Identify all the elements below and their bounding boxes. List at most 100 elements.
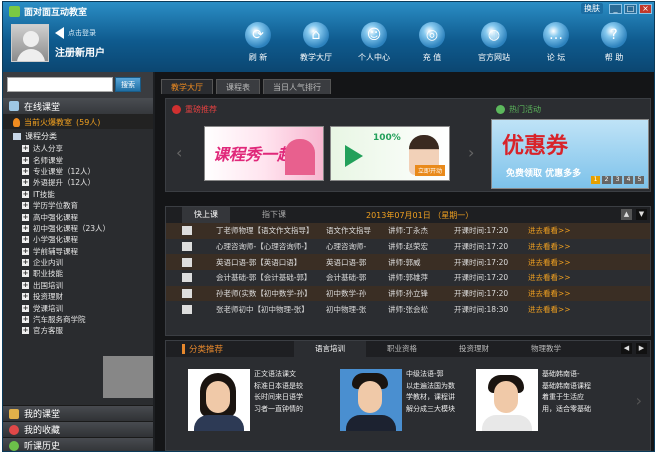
schedule-row[interactable]: 张老师初中【初中物理-张】 初中物理-张 讲师:张会松 开课时间:18:30 进去看看>… [166,301,650,317]
category-tree-item[interactable]: + 初中强化课程（23人） [3,223,153,234]
category-tree-item[interactable]: + 官方客服 [3,325,153,336]
schedule-enter-link[interactable]: 进去看看>> [528,272,571,283]
expand-plus-icon[interactable]: + [22,259,29,267]
category-tree-item[interactable]: + 学历学位教育 [3,200,153,211]
schedule-row[interactable]: 心理咨询师-【心理咨询师-】 心理咨询师- 讲师:赵荣宏 开课时间:17:20 进去看看… [166,239,650,255]
promo-page[interactable]: 4 [624,176,633,184]
hot-classroom-item[interactable]: 当前火爆教室 (59人) [3,115,153,129]
category-tree-item[interactable]: + 汽车服务商学院 [3,314,153,325]
schedule-row[interactable]: 丁老师物理【语文作文指导】 语文作文指导 讲师:丁永杰 开课时间:17:20 进去看看>… [166,223,650,239]
category-tree-item[interactable]: + 专业课堂（12人） [3,166,153,177]
category-tree-item[interactable]: + 学前辅导课程 [3,246,153,257]
recommend-banner[interactable]: 课程秀一起 [204,126,324,181]
sidebar-history[interactable]: 听课历史 [3,437,153,451]
search-button[interactable]: 搜索 [115,77,141,92]
category-tree-item[interactable]: + IT技能 [3,189,153,200]
recommend-banner[interactable]: 100% 立即开动 [330,126,450,181]
expand-plus-icon[interactable]: + [22,316,29,324]
sidebar-my-classroom[interactable]: 我的课堂 [3,405,153,421]
nav-teaching-hall[interactable]: ⌂ 教学大厅 [287,22,345,63]
scroll-up-icon[interactable]: ▲ [621,209,632,220]
tab-finance[interactable]: 投资理财 [438,341,510,357]
tab-ending[interactable]: 指下课 [250,207,298,223]
expand-plus-icon[interactable]: + [22,270,29,278]
tab-schedule[interactable]: 课程表 [216,79,260,94]
expand-plus-icon[interactable]: + [22,247,29,255]
expand-plus-icon[interactable]: + [22,281,29,289]
register-link[interactable]: 注册新用户 [55,44,105,59]
expand-plus-icon[interactable]: + [22,327,29,335]
scroll-down-icon[interactable]: ▼ [636,209,647,220]
promo-banner[interactable]: 优惠券 免费领取 优惠多多 1 2 3 4 5 [491,119,649,189]
chevron-right-icon[interactable]: ▶ [636,343,647,354]
maximize-button[interactable]: □ [624,3,637,14]
expand-plus-icon[interactable]: + [22,202,29,210]
category-tree-item[interactable]: + 小学强化课程 [3,234,153,245]
chevron-right-icon[interactable]: › [636,391,642,410]
teacher-card[interactable]: 中级法语-郭 以走遍法国为数 学教材，课程讲 解分成三大模块 [340,369,480,431]
nav-label: 教学大厅 [300,53,332,62]
category-tree-item[interactable]: + 出国培训 [3,280,153,291]
category-tree-item[interactable]: + 高中强化课程 [3,211,153,222]
expand-plus-icon[interactable]: + [22,236,29,244]
nav-recharge[interactable]: ◎ 充 值 [403,22,461,63]
tab-qualification[interactable]: 职业资格 [366,341,438,357]
tab-physics[interactable]: 物理教学 [510,341,582,357]
skin-button[interactable]: 换肤 [581,3,603,14]
category-tree-item[interactable]: + 党课培训 [3,302,153,313]
login-link[interactable]: 点击登录 [55,27,105,39]
category-tree-item[interactable]: + 名师课堂 [3,154,153,165]
category-tree-item[interactable]: + 达人分享 [3,143,153,154]
promo-page[interactable]: 5 [635,176,644,184]
chevron-left-icon[interactable]: ◀ [621,343,632,354]
schedule-enter-link[interactable]: 进去看看>> [528,257,571,268]
nav-refresh[interactable]: ⟳ 刷 新 [229,22,287,63]
schedule-row[interactable]: 英语口语-郭【英语口语】 英语口语-郭 讲师:郭威 开课时间:17:20 进去看看>> [166,254,650,271]
expand-plus-icon[interactable]: + [22,156,29,164]
expand-plus-icon[interactable]: + [22,304,29,312]
teacher-card[interactable]: 基础韩南语- 基础韩南语课程 着重于生活应 用，适合零基础 [476,369,616,431]
tab-ranking[interactable]: 当日人气排行 [263,79,331,94]
schedule-enter-link[interactable]: 进去看看>> [528,225,571,236]
expand-plus-icon[interactable]: + [22,145,29,153]
minimize-button[interactable]: _ [609,3,622,14]
nav-help[interactable]: ? 帮 助 [585,22,643,63]
promo-page[interactable]: 1 [591,176,600,184]
expand-plus-icon[interactable]: + [22,293,29,301]
sidebar-my-favorites[interactable]: 我的收藏 [3,421,153,437]
chevron-left-icon[interactable]: ‹ [176,143,182,162]
category-tree-item[interactable]: + 职业技能 [3,268,153,279]
course-category-header[interactable]: 课程分类 [3,129,153,143]
expand-plus-icon[interactable]: + [22,190,29,198]
tab-teaching-hall[interactable]: 教学大厅 [161,79,213,94]
nav-official-site[interactable]: ◍ 官方网站 [461,22,527,63]
banner-join-button[interactable]: 立即开动 [414,165,445,176]
schedule-row[interactable]: 会计基础-郭【会计基础-郭】 会计基础-郭 讲师:郭雄萍 开课时间:17:20 进去看看… [166,270,650,286]
nav-forum[interactable]: … 论 坛 [527,22,585,63]
title-bar-icon [182,344,185,354]
schedule-enter-link[interactable]: 进去看看>> [528,241,571,252]
expand-plus-icon[interactable]: + [22,213,29,221]
promo-page[interactable]: 3 [613,176,622,184]
schedule-enter-link[interactable]: 进去看看>> [528,288,571,299]
category-tree-item[interactable]: + 投资理财 [3,291,153,302]
nav-personal-center[interactable]: ☺ 个人中心 [345,22,403,63]
schedule-enter-link[interactable]: 进去看看>> [528,304,571,315]
schedule-row[interactable]: 孙老师(实数【初中数学-孙】 初中数学-孙 讲师:孙立锋 开课时间:17:20 进去看看… [166,285,650,302]
expand-plus-icon[interactable]: + [22,179,29,187]
avatar[interactable] [11,24,49,62]
search-input[interactable] [7,77,113,92]
tab-upcoming[interactable]: 快上课 [182,207,230,223]
category-tree-item[interactable]: + 外语提升（12人） [3,177,153,188]
tab-language[interactable]: 语言培训 [294,341,366,357]
promo-page[interactable]: 2 [602,176,611,184]
coins-icon: ◎ [419,22,445,48]
teacher-card[interactable]: 正文语法课文 标准日本语是较 长时间来日语学 习者一直钟情的 [188,369,328,431]
close-button[interactable]: × [639,3,652,14]
expand-plus-icon[interactable]: + [22,167,29,175]
category-tree-item[interactable]: + 企业内训 [3,257,153,268]
online-class-header[interactable]: 在线课堂 [3,98,153,115]
category-tree-label: 企业内训 [33,258,63,268]
expand-plus-icon[interactable]: + [22,224,29,232]
chevron-right-icon[interactable]: › [468,143,474,162]
